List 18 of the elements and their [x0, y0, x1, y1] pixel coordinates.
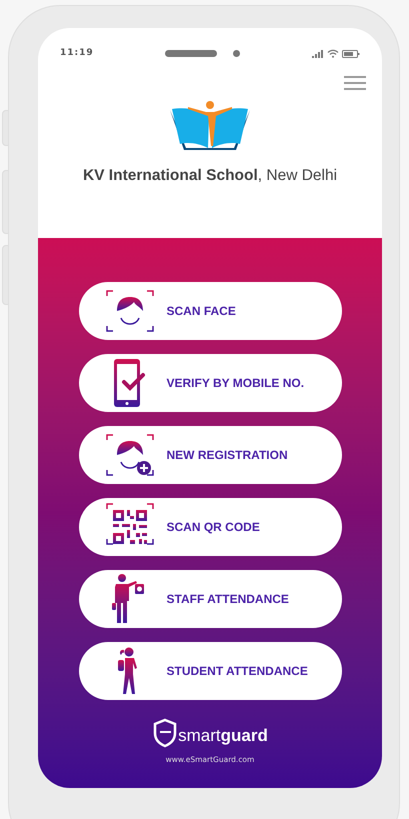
action-button[interactable]: SCAN FACE [78, 282, 342, 340]
face-add-icon [106, 434, 154, 476]
menu-button[interactable] [344, 74, 366, 90]
shield-logo-icon [152, 718, 178, 748]
brand-name: smartguard [178, 727, 268, 744]
battery-icon [342, 50, 360, 58]
action-button[interactable]: VERIFY BY MOBILE NO. [78, 354, 342, 412]
action-button[interactable]: STAFF ATTENDANCE [78, 570, 342, 628]
action-button[interactable]: SCAN QR CODE [78, 498, 342, 556]
speaker-slot [165, 50, 218, 58]
phone-check-icon [112, 357, 148, 409]
wifi-icon [327, 49, 339, 58]
signal-icon [312, 50, 324, 58]
action-button[interactable]: NEW REGISTRATION [78, 426, 342, 484]
school-name: KV International School, New Delhi [82, 166, 338, 186]
action-button[interactable]: STUDENT ATTENDANCE [78, 642, 342, 700]
face-scan-icon [106, 290, 154, 332]
status-time: 11:19 [60, 47, 94, 60]
